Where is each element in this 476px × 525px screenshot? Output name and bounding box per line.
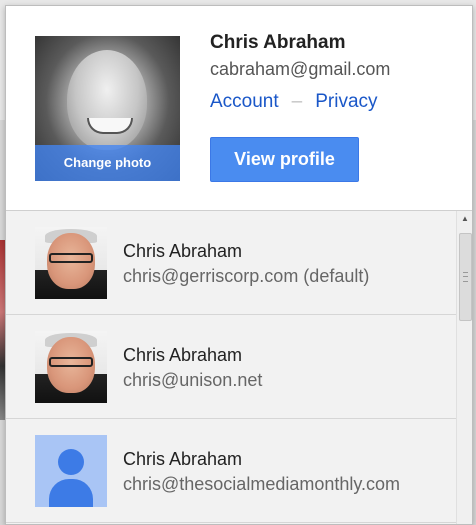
account-link[interactable]: Account: [210, 91, 279, 112]
account-avatar: [35, 331, 107, 403]
default-person-icon: [35, 435, 107, 507]
profile-photo-face: [67, 50, 147, 150]
privacy-link[interactable]: Privacy: [315, 91, 377, 112]
profile-header: Change photo Chris Abraham cabraham@gmai…: [6, 6, 472, 210]
account-switcher-popup: Change photo Chris Abraham cabraham@gmai…: [5, 5, 473, 525]
view-profile-button[interactable]: View profile: [210, 137, 359, 182]
person-icon-body: [49, 479, 93, 507]
account-name: Chris Abraham: [123, 449, 243, 469]
account-row[interactable]: Chris Abraham chris@unison.net: [6, 315, 456, 419]
profile-name: Chris Abraham: [210, 32, 346, 53]
account-row[interactable]: Chris Abraham chris@thesocialmediamonthl…: [6, 419, 456, 523]
profile-photo[interactable]: Change photo: [35, 36, 180, 181]
account-email: chris@gerriscorp.com (default): [123, 266, 370, 286]
account-email: chris@thesocialmediamonthly.com: [123, 474, 401, 494]
account-list: Chris Abraham chris@gerriscorp.com (defa…: [6, 210, 472, 524]
account-name: Chris Abraham: [123, 241, 243, 261]
scrollbar-thumb[interactable]: [459, 233, 472, 321]
profile-links: Account – Privacy: [210, 91, 378, 113]
link-separator: –: [291, 91, 303, 112]
account-name: Chris Abraham: [123, 345, 243, 365]
person-icon-head: [58, 449, 84, 475]
profile-email: cabraham@gmail.com: [210, 59, 391, 79]
account-row[interactable]: Chris Abraham chris@gerriscorp.com (defa…: [6, 211, 456, 315]
avatar-glasses: [49, 357, 93, 367]
change-photo-button[interactable]: Change photo: [35, 145, 180, 181]
account-avatar: [35, 227, 107, 299]
scroll-up-arrow-icon[interactable]: ▲: [457, 213, 472, 225]
account-list-scrollbar[interactable]: ▲: [456, 211, 472, 524]
account-email: chris@unison.net: [123, 370, 263, 390]
grip-icon: [463, 272, 468, 282]
avatar-glasses: [49, 253, 93, 263]
